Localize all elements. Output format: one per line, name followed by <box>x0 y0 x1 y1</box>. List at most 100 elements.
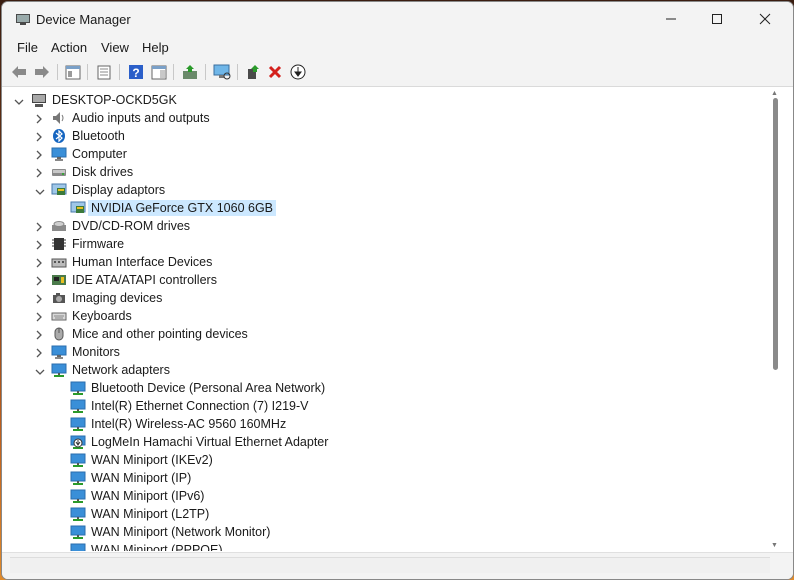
row-icon <box>51 182 67 198</box>
chevron-right-icon <box>36 258 42 268</box>
row-icon <box>51 254 67 270</box>
row-icon <box>51 128 67 144</box>
close-icon <box>759 13 771 25</box>
row-label: Keyboards <box>72 309 132 323</box>
row-label: WAN Miniport (Network Monitor) <box>91 525 271 539</box>
back-button[interactable] <box>10 63 28 81</box>
menu-view[interactable]: View <box>101 40 129 55</box>
tree-category[interactable]: DVD/CD-ROM drives <box>10 217 770 235</box>
update-driver-button[interactable] <box>181 63 199 81</box>
tree-category[interactable]: IDE ATA/ATAPI controllers <box>10 271 770 289</box>
chevron-right-icon <box>36 348 42 358</box>
expand-toggle[interactable] <box>34 328 44 340</box>
show-hide-console-tree-button[interactable] <box>64 63 82 81</box>
device-manager-app-icon <box>16 14 30 25</box>
back-arrow-icon <box>12 66 26 78</box>
expand-toggle[interactable] <box>34 130 44 142</box>
row-label: IDE ATA/ATAPI controllers <box>72 273 217 287</box>
tree-device[interactable]: WAN Miniport (IPv6) <box>10 487 770 505</box>
tree-device[interactable]: WAN Miniport (L2TP) <box>10 505 770 523</box>
tree-root[interactable]: DESKTOP-OCKD5GK <box>10 91 770 109</box>
row-icon <box>70 452 86 468</box>
chevron-right-icon <box>36 222 42 232</box>
network-adapter-icon <box>70 525 86 539</box>
row-label: Intel(R) Wireless-AC 9560 160MHz <box>91 417 287 431</box>
tree-category[interactable]: Display adaptors <box>10 181 770 199</box>
tree-device[interactable]: WAN Miniport (IP) <box>10 469 770 487</box>
row-icon <box>70 434 86 450</box>
minimize-button[interactable] <box>648 2 694 36</box>
menu-file[interactable]: File <box>17 40 38 55</box>
row-label: WAN Miniport (IP) <box>91 471 192 485</box>
tree-device[interactable]: Intel(R) Ethernet Connection (7) I219-V <box>10 397 770 415</box>
menu-action[interactable]: Action <box>51 40 87 55</box>
expand-toggle[interactable] <box>34 274 44 286</box>
scan-hardware-changes-button[interactable] <box>213 63 231 81</box>
tree-category[interactable]: Monitors <box>10 343 770 361</box>
tree-device[interactable]: WAN Miniport (PPPOE) <box>10 541 770 551</box>
expand-toggle[interactable] <box>34 148 44 160</box>
row-label: WAN Miniport (PPPOE) <box>91 543 223 551</box>
display-adapter-icon <box>51 183 67 195</box>
forward-button[interactable] <box>33 63 51 81</box>
firmware-chip-icon <box>52 238 66 250</box>
disable-device-button[interactable] <box>289 63 307 81</box>
properties-button[interactable] <box>95 63 113 81</box>
tree-category[interactable]: Network adapters <box>10 361 770 379</box>
expand-toggle[interactable] <box>34 166 44 178</box>
collapse-toggle[interactable] <box>34 184 45 196</box>
expand-toggle[interactable] <box>34 310 44 322</box>
scroll-up-arrow[interactable]: ▲ <box>771 90 778 97</box>
menu-help[interactable]: Help <box>142 40 169 55</box>
expand-toggle[interactable] <box>34 256 44 268</box>
tree-category[interactable]: Firmware <box>10 235 770 253</box>
toolbar: ? <box>2 58 793 87</box>
tree-category[interactable]: Imaging devices <box>10 289 770 307</box>
tree-device[interactable]: WAN Miniport (Network Monitor) <box>10 523 770 541</box>
collapse-toggle[interactable] <box>34 364 45 376</box>
scroll-down-arrow[interactable]: ▼ <box>771 542 778 549</box>
tree-device[interactable]: Intel(R) Wireless-AC 9560 160MHz <box>10 415 770 433</box>
display-adapter-icon <box>70 201 86 213</box>
tree-category[interactable]: Disk drives <box>10 163 770 181</box>
horizontal-scrollbar[interactable] <box>10 557 770 573</box>
row-label: LogMeIn Hamachi Virtual Ethernet Adapter <box>91 435 329 449</box>
tree-category[interactable]: Computer <box>10 145 770 163</box>
enable-device-button[interactable] <box>244 63 262 81</box>
maximize-icon <box>712 14 722 24</box>
disk-drive-icon <box>52 169 66 176</box>
maximize-button[interactable] <box>694 2 740 36</box>
help-button[interactable]: ? <box>127 63 145 81</box>
monitor-icon <box>51 345 67 359</box>
tree-category[interactable]: Keyboards <box>10 307 770 325</box>
bluetooth-icon <box>53 129 65 143</box>
toolbar-separator <box>119 64 120 80</box>
close-button[interactable] <box>742 2 788 36</box>
uninstall-device-button[interactable] <box>266 63 284 81</box>
expand-toggle[interactable] <box>34 292 44 304</box>
tree-device[interactable]: LogMeIn Hamachi Virtual Ethernet Adapter <box>10 433 770 451</box>
action-pane-button[interactable] <box>150 63 168 81</box>
chevron-right-icon <box>36 294 42 304</box>
expand-toggle[interactable] <box>34 238 44 250</box>
expand-toggle[interactable] <box>34 220 44 232</box>
tree-device[interactable]: Bluetooth Device (Personal Area Network) <box>10 379 770 397</box>
tree-device[interactable]: NVIDIA GeForce GTX 1060 6GB <box>10 199 770 217</box>
network-adapter-icon <box>70 381 86 395</box>
row-label: NVIDIA GeForce GTX 1060 6GB <box>88 200 277 216</box>
vertical-scrollbar-thumb[interactable] <box>773 98 778 370</box>
tree-category[interactable]: Mice and other pointing devices <box>10 325 770 343</box>
svg-text:?: ? <box>132 66 139 80</box>
tree-category[interactable]: Human Interface Devices <box>10 253 770 271</box>
device-tree: DESKTOP-OCKD5GK Audio inputs and outputs B… <box>10 88 770 551</box>
title-bar[interactable]: Device Manager <box>2 2 793 36</box>
tree-device[interactable]: WAN Miniport (IKEv2) <box>10 451 770 469</box>
tree-category[interactable]: Audio inputs and outputs <box>10 109 770 127</box>
toolbar-separator <box>87 64 88 80</box>
expand-toggle[interactable] <box>34 346 44 358</box>
row-icon <box>70 380 86 396</box>
chevron-down-icon <box>35 189 45 195</box>
tree-category[interactable]: Bluetooth <box>10 127 770 145</box>
collapse-toggle[interactable] <box>13 94 24 106</box>
expand-toggle[interactable] <box>34 112 44 124</box>
